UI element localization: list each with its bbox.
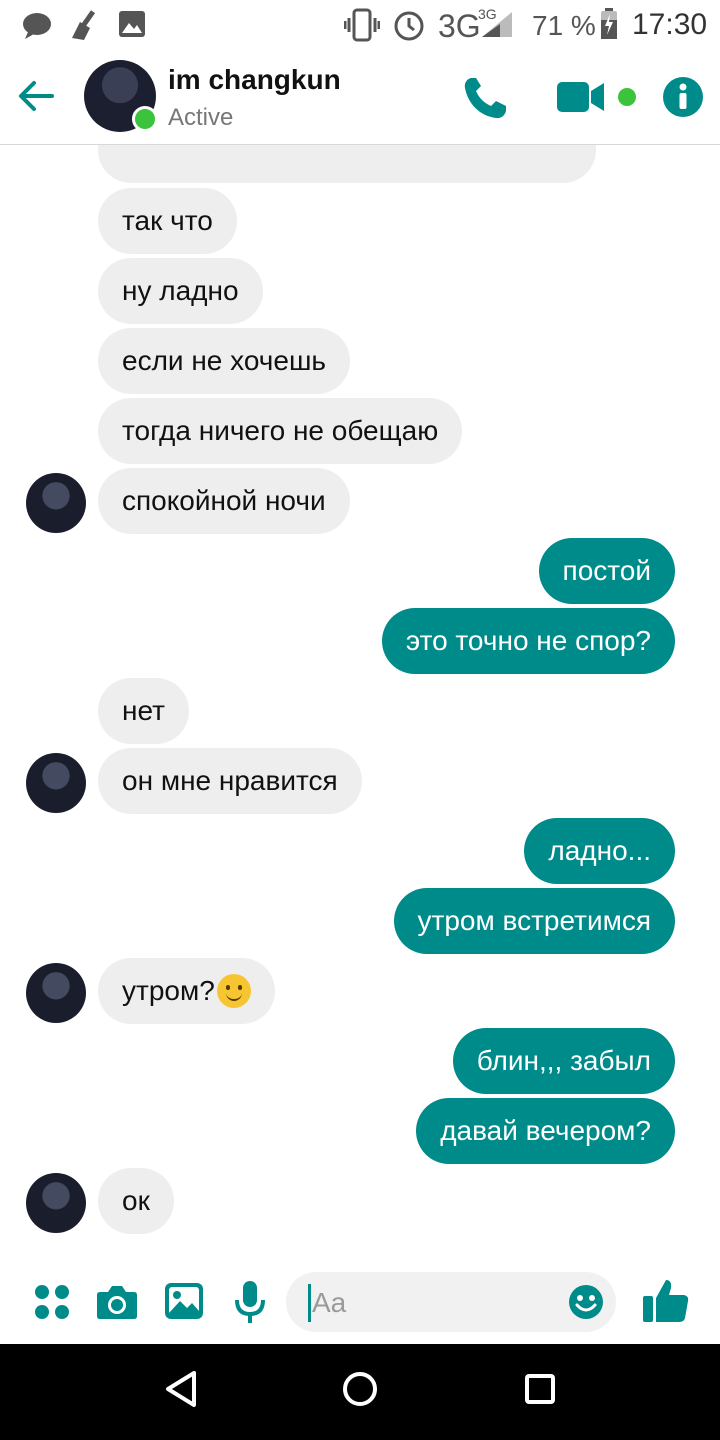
status-bar: 3G 3G 71 % 17:30 — [0, 0, 720, 50]
composer-bar — [0, 1260, 720, 1344]
signal-icon — [482, 12, 512, 37]
battery-percent: 71 % — [532, 10, 596, 41]
back-triangle-icon[interactable] — [164, 1370, 198, 1408]
message-bubble-sent[interactable]: ладно... — [524, 818, 675, 884]
contact-avatar-small[interactable] — [26, 963, 86, 1023]
message-bubble[interactable]: спокойной ночи — [98, 468, 350, 534]
home-circle-icon[interactable] — [342, 1370, 378, 1408]
battery-icon — [601, 8, 617, 39]
message-bubble[interactable]: ок — [98, 1168, 174, 1234]
message-bubble[interactable]: так что — [98, 188, 237, 254]
message-bubble-cropped — [98, 145, 596, 183]
message-bubble[interactable]: утром? — [98, 958, 275, 1024]
message-text: утром? — [122, 975, 215, 1006]
camera-icon[interactable] — [96, 1284, 138, 1320]
message-bubble-sent[interactable]: давай вечером? — [416, 1098, 675, 1164]
back-arrow-icon[interactable] — [18, 78, 54, 114]
contact-avatar-small[interactable] — [26, 753, 86, 813]
message-bubble-sent[interactable]: блин,,, забыл — [452, 1028, 675, 1094]
message-bubble[interactable]: ну ладно — [98, 258, 263, 324]
message-bubble-sent[interactable]: утром встретимся — [393, 888, 675, 954]
broom-icon — [72, 10, 96, 40]
phone-icon[interactable] — [462, 76, 508, 120]
thumbs-up-icon[interactable] — [642, 1276, 690, 1324]
online-indicator — [132, 106, 158, 132]
contact-status: Active — [168, 104, 234, 131]
info-icon[interactable] — [662, 76, 704, 118]
message-bubble-sent[interactable]: это точно не спор? — [381, 608, 675, 674]
network-type: 3G — [438, 8, 481, 44]
gallery-icon[interactable] — [164, 1282, 204, 1320]
alarm-icon — [394, 11, 424, 41]
message-bubble[interactable]: он мне нравится — [98, 748, 362, 814]
message-input-container[interactable] — [286, 1272, 616, 1334]
vibrate-icon — [344, 8, 380, 42]
contact-avatar-small[interactable] — [26, 473, 86, 533]
message-bubble[interactable]: тогда ничего не обещаю — [98, 398, 463, 464]
system-nav-bar — [0, 1344, 720, 1440]
chat-header: im changkun Active — [0, 50, 720, 145]
video-camera-icon[interactable] — [556, 80, 606, 114]
apps-grid-icon[interactable] — [34, 1284, 70, 1320]
smile-emoji-icon — [216, 973, 251, 1008]
image-icon — [119, 11, 145, 37]
message-bubble[interactable]: нет — [98, 678, 189, 744]
contact-avatar-small[interactable] — [26, 1173, 86, 1233]
message-bubble[interactable]: если не хочешь — [98, 328, 350, 394]
video-online-dot — [618, 88, 636, 106]
chat-bubble-icon — [23, 13, 51, 39]
clock: 17:30 — [632, 8, 708, 41]
recents-square-icon[interactable] — [524, 1370, 556, 1408]
contact-name[interactable]: im changkun — [168, 64, 341, 96]
message-bubble-sent[interactable]: постой — [538, 538, 675, 604]
microphone-icon[interactable] — [234, 1280, 266, 1324]
emoji-icon[interactable] — [568, 1284, 604, 1320]
message-input[interactable] — [310, 1272, 554, 1334]
message-list[interactable]: так что ну ладно если не хочешь тогда ни… — [0, 145, 720, 1260]
